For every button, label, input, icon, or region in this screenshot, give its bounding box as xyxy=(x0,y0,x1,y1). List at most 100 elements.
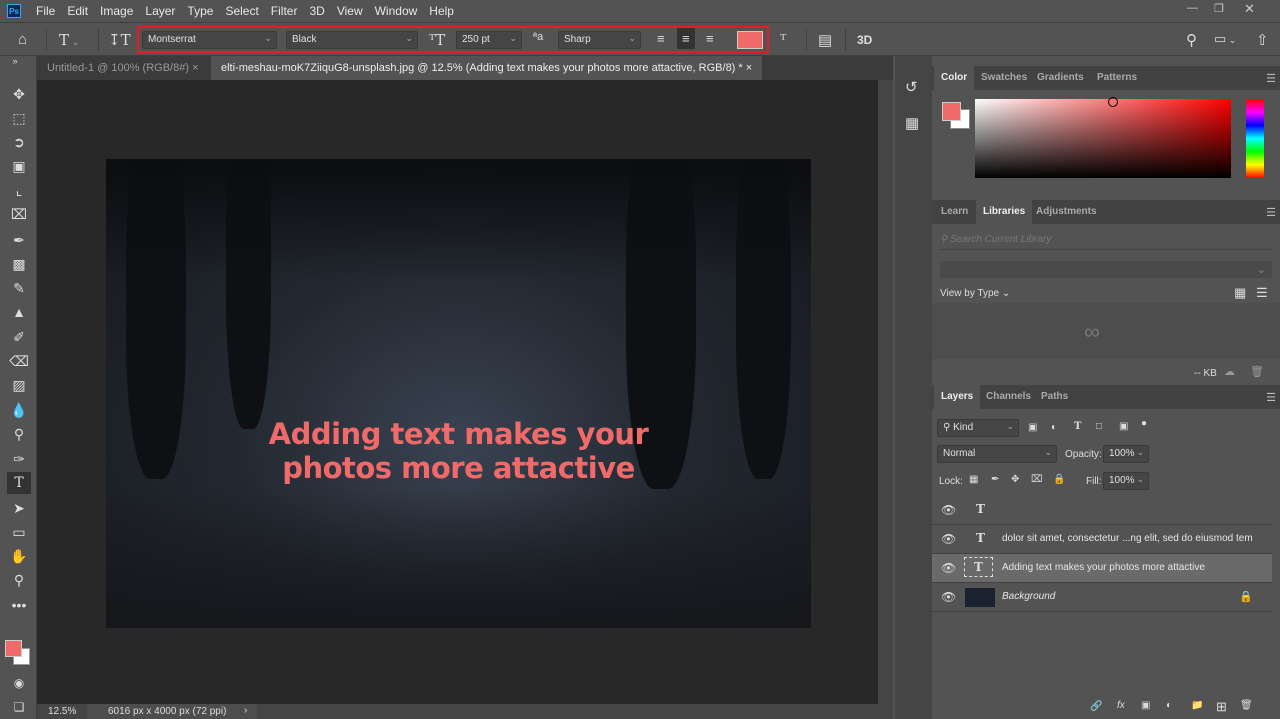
delete-icon[interactable]: 🗑 xyxy=(1250,365,1264,378)
close-tab-icon[interactable]: × xyxy=(746,62,752,74)
menu-select[interactable]: Select xyxy=(219,4,264,18)
lock-all-icon[interactable]: 🔒 xyxy=(1053,474,1065,485)
layer-filter-select[interactable]: ⚲ Kind ⌄ xyxy=(937,419,1019,437)
type-tool-icon[interactable]: T xyxy=(7,472,31,494)
tab-patterns[interactable]: Patterns xyxy=(1090,66,1144,90)
tab-layers[interactable]: Layers xyxy=(934,385,981,409)
library-search-input[interactable]: ⚲ Search Current Library xyxy=(940,234,1272,250)
character-panel-icon[interactable]: ▤ xyxy=(818,31,832,49)
tab-adjustments[interactable]: Adjustments xyxy=(1029,200,1104,224)
menu-help[interactable]: Help xyxy=(423,4,460,18)
history-panel-icon[interactable]: ↺ xyxy=(905,78,918,96)
visibility-eye-icon[interactable]: 👁 xyxy=(941,503,956,517)
font-size-select[interactable]: 250 pt ⌄ xyxy=(456,31,522,49)
menu-view[interactable]: View xyxy=(331,4,369,18)
more-tools-icon[interactable]: ••• xyxy=(7,594,31,616)
lasso-tool-icon[interactable]: ➲ xyxy=(7,131,31,153)
tab-learn[interactable]: Learn xyxy=(934,200,975,224)
link-layers-icon[interactable]: 🔗 xyxy=(1090,701,1102,712)
menu-filter[interactable]: Filter xyxy=(265,4,304,18)
menu-image[interactable]: Image xyxy=(94,4,139,18)
menu-type[interactable]: Type xyxy=(181,4,219,18)
new-group-icon[interactable]: 📁 xyxy=(1191,700,1203,711)
menu-window[interactable]: Window xyxy=(369,4,424,18)
panel-menu-icon[interactable]: ☰ xyxy=(1266,206,1276,219)
pen-tool-icon[interactable]: ✑ xyxy=(7,448,31,470)
align-left-button[interactable]: ≡ xyxy=(657,31,665,46)
menu-file[interactable]: File xyxy=(30,4,61,18)
lock-artboard-icon[interactable]: ⌧ xyxy=(1031,474,1043,485)
workspace-icon[interactable]: ▭ ⌄ xyxy=(1214,31,1236,47)
headline-line-1[interactable]: Adding text makes your xyxy=(106,417,811,451)
tab-paths[interactable]: Paths xyxy=(1034,385,1075,409)
adjustment-layer-icon[interactable]: ◐ xyxy=(1166,700,1172,711)
tab-libraries[interactable]: Libraries xyxy=(976,200,1033,224)
history-brush-tool-icon[interactable]: ✐ xyxy=(7,326,31,348)
layer-style-fx-icon[interactable]: fx xyxy=(1117,700,1125,711)
visibility-eye-icon[interactable]: 👁 xyxy=(941,590,956,604)
crop-tool-icon[interactable]: ⌞ xyxy=(7,179,31,201)
lock-position-icon[interactable]: ✥ xyxy=(1011,474,1019,485)
lock-transparent-icon[interactable]: ▦ xyxy=(969,474,978,485)
layer-row[interactable]: 👁 Background 🔒 xyxy=(932,583,1272,612)
properties-panel-icon[interactable]: ▦ xyxy=(905,114,919,132)
add-mask-icon[interactable]: ▣ xyxy=(1141,700,1150,711)
close-tab-icon[interactable]: × xyxy=(192,62,198,74)
color-field[interactable] xyxy=(975,97,1231,178)
text-color-swatch[interactable] xyxy=(737,31,763,49)
layer-row[interactable]: 👁 Tdolor sit amet, consectetur ...ng elit… xyxy=(932,525,1272,554)
marquee-tool-icon[interactable]: ⬚ xyxy=(7,107,31,129)
view-by-type-dropdown[interactable]: View by Type ⌄ xyxy=(940,288,1010,299)
close-window-button[interactable]: ✕ xyxy=(1244,1,1255,17)
pixel-filter-icon[interactable]: ▣ xyxy=(1028,422,1037,433)
restore-button[interactable]: ❐ xyxy=(1214,2,1224,15)
clone-stamp-tool-icon[interactable]: ▲ xyxy=(7,301,31,323)
gradient-tool-icon[interactable]: ▨ xyxy=(7,374,31,396)
tab-color[interactable]: Color xyxy=(934,66,975,90)
foreground-color-swatch[interactable] xyxy=(5,640,22,657)
tab-gradients[interactable]: Gradients xyxy=(1030,66,1091,90)
new-layer-icon[interactable]: ⊞ xyxy=(1216,699,1227,715)
align-center-button[interactable]: ≡ xyxy=(677,28,695,49)
zoom-tool-icon[interactable]: ⚲ xyxy=(7,569,31,591)
tab-channels[interactable]: Channels xyxy=(979,385,1038,409)
search-icon[interactable]: ⚲ xyxy=(1186,31,1197,49)
screen-mode-icon[interactable]: ❏ xyxy=(7,696,31,718)
expand-toolbar-icon[interactable]: » xyxy=(3,54,27,68)
healing-brush-tool-icon[interactable]: ▩ xyxy=(7,253,31,275)
toggle-text-orientation-icon[interactable]: ↧T xyxy=(108,31,131,49)
document-image[interactable]: Adding text makes your photos more attac… xyxy=(106,159,811,628)
status-menu-chevron-icon[interactable]: › xyxy=(244,705,247,716)
vertical-scrollbar[interactable] xyxy=(878,80,893,704)
antialias-select[interactable]: Sharp ⌄ xyxy=(558,31,641,49)
hand-tool-icon[interactable]: ✋ xyxy=(7,545,31,567)
eraser-tool-icon[interactable]: ⌫ xyxy=(7,350,31,372)
minimize-button[interactable]: — xyxy=(1187,2,1198,14)
rectangle-tool-icon[interactable]: ▭ xyxy=(7,521,31,543)
share-icon[interactable]: ⇧ xyxy=(1256,31,1269,49)
lock-pixels-icon[interactable]: ✒ xyxy=(991,474,999,485)
warp-text-icon[interactable]: ᵀ xyxy=(780,31,786,49)
brush-tool-icon[interactable]: ✎ xyxy=(7,277,31,299)
adjustment-filter-icon[interactable]: ◐ xyxy=(1051,422,1057,433)
panel-menu-icon[interactable]: ☰ xyxy=(1266,72,1276,85)
panel-menu-icon[interactable]: ☰ xyxy=(1266,391,1276,404)
cloud-sync-icon[interactable]: ☁ xyxy=(1224,365,1235,378)
object-selection-tool-icon[interactable]: ▣ xyxy=(7,155,31,177)
opacity-input[interactable]: 100% ⌄ xyxy=(1103,445,1149,463)
grid-view-icon[interactable]: ▦ xyxy=(1234,285,1246,301)
align-right-button[interactable]: ≡ xyxy=(706,31,714,46)
font-style-select[interactable]: Black ⌄ xyxy=(286,31,418,49)
quick-mask-icon[interactable]: ◉ xyxy=(7,672,31,694)
tab-swatches[interactable]: Swatches xyxy=(974,66,1034,90)
menu-3d[interactable]: 3D xyxy=(303,4,330,18)
list-view-icon[interactable]: ☰ xyxy=(1256,285,1268,301)
hue-slider[interactable] xyxy=(1246,99,1264,178)
canvas-area[interactable]: Adding text makes your photos more attac… xyxy=(37,80,878,704)
blend-mode-select[interactable]: Normal ⌄ xyxy=(937,445,1057,463)
visibility-eye-icon[interactable]: 👁 xyxy=(941,532,956,546)
filter-toggle[interactable]: ● xyxy=(1141,418,1147,429)
dodge-tool-icon[interactable]: ⚲ xyxy=(7,423,31,445)
font-family-select[interactable]: Montserrat ⌄ xyxy=(142,31,277,49)
delete-layer-icon[interactable]: 🗑 xyxy=(1240,700,1253,711)
